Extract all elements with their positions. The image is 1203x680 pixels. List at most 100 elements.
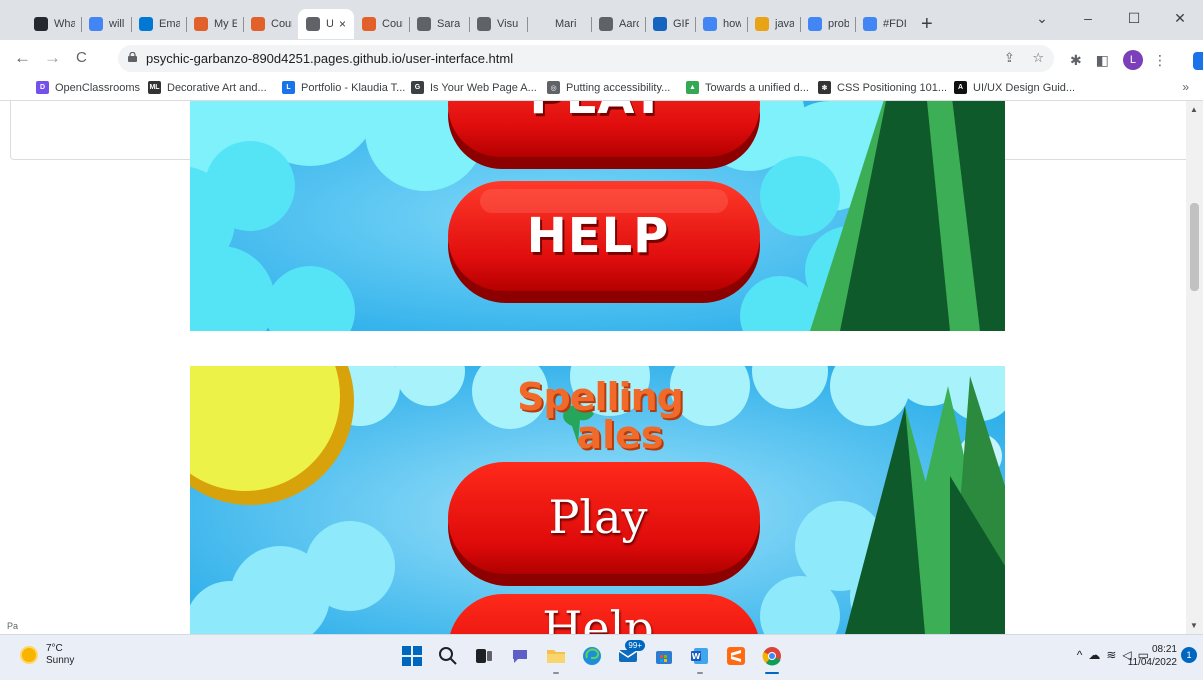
bookmark-item[interactable]: L Portfolio - Klaudia T... xyxy=(282,81,405,94)
tab-7[interactable]: Sara xyxy=(409,9,469,39)
maximize-button[interactable]: ☐ xyxy=(1111,6,1157,30)
tab-title: Cour xyxy=(382,18,403,30)
scroll-up-arrow-icon[interactable]: ▲ xyxy=(1190,105,1198,114)
address-bar[interactable]: psychic-garbanzo-890d4251.pages.github.i… xyxy=(118,45,1054,72)
tab-0[interactable]: What xyxy=(26,9,81,39)
close-window-button[interactable]: ✕ xyxy=(1157,6,1203,30)
tab-list: Whatwill iEmaiMy ECourU×CourSaraVisuMari… xyxy=(26,8,933,40)
tab-title: Mari xyxy=(555,18,577,30)
play-button-label[interactable]: Play xyxy=(448,490,748,544)
chrome-icon[interactable] xyxy=(759,643,785,674)
extensions-icon[interactable]: ✱ xyxy=(1070,52,1082,69)
bookmark-label: OpenClassrooms xyxy=(55,81,140,94)
logo-line2: ales xyxy=(576,413,664,457)
share-icon[interactable]: ⇪ xyxy=(1004,50,1015,65)
start-windows-icon[interactable] xyxy=(399,643,425,669)
wifi-icon[interactable]: ≋ xyxy=(1106,648,1122,662)
tab-10[interactable]: Aarc xyxy=(591,9,645,39)
bookmark-item[interactable]: G Is Your Web Page A... xyxy=(411,81,537,94)
mail-icon[interactable]: 99+ xyxy=(615,640,645,669)
google-icon xyxy=(808,17,822,31)
tab-5[interactable]: U × xyxy=(298,9,354,39)
globe-icon xyxy=(599,17,613,31)
tab-title: how xyxy=(723,18,741,30)
taskbar-clock[interactable]: 08:21 11/04/2022 xyxy=(1128,643,1177,669)
side-panel-icon[interactable]: ◧ xyxy=(1096,52,1109,69)
tab-title: Aarc xyxy=(619,18,639,30)
mail-badge: 99+ xyxy=(625,640,645,651)
profile-avatar[interactable]: L xyxy=(1122,50,1143,70)
tab-title: javas xyxy=(775,18,794,30)
tab-title: U xyxy=(326,18,333,30)
address-url[interactable]: psychic-garbanzo-890d4251.pages.github.i… xyxy=(146,51,513,66)
tab-3[interactable]: My E xyxy=(186,9,243,39)
notification-badge[interactable]: 1 xyxy=(1181,647,1197,663)
bookmark-item[interactable]: A UI/UX Design Guid... xyxy=(954,81,1075,94)
bookmarks-bar: » D OpenClassrooms ML Decorative Art and...… xyxy=(0,78,1203,101)
minimize-button[interactable]: – xyxy=(1065,6,1111,30)
lock-icon[interactable] xyxy=(128,52,137,62)
github-icon xyxy=(34,17,48,31)
bookmarks-more-button[interactable]: » xyxy=(1182,80,1189,94)
taskbar-apps: 99+ W xyxy=(399,640,795,674)
tab-6[interactable]: Cour xyxy=(354,9,409,39)
uiux-icon: A xyxy=(954,81,967,94)
tab-13[interactable]: javas xyxy=(747,9,800,39)
course-icon xyxy=(362,17,376,31)
bookmark-star-icon[interactable]: ☆ xyxy=(1032,50,1044,65)
tab-title: What xyxy=(54,18,75,30)
forward-button[interactable]: → xyxy=(44,48,61,68)
onedrive-icon[interactable]: ☁ xyxy=(1088,648,1106,662)
game-menu-panel-spelling-tales: Spelling ales Play Help xyxy=(190,366,1005,634)
scrollbar-thumb[interactable] xyxy=(1190,203,1199,291)
tab-14[interactable]: prob xyxy=(800,9,855,39)
edge-browser-icon[interactable] xyxy=(579,643,605,669)
tab-4[interactable]: Cour xyxy=(243,9,298,39)
weather-widget[interactable]: 7°C Sunny xyxy=(22,643,74,667)
back-button[interactable]: ← xyxy=(14,48,31,68)
menu-kebab-icon[interactable]: ⋮ xyxy=(1153,52,1167,69)
search-icon[interactable] xyxy=(435,643,461,669)
tray-overflow-icon[interactable]: ^ xyxy=(1077,648,1089,662)
teams-chat-icon[interactable] xyxy=(507,643,533,669)
new-tab-button[interactable]: + xyxy=(921,14,933,34)
openclassrooms-icon: D xyxy=(36,81,49,94)
tab-search-icon[interactable]: ⌄ xyxy=(1019,6,1065,30)
tab-title: Visu xyxy=(497,18,519,30)
word-icon[interactable]: W xyxy=(687,643,713,674)
help-button-label[interactable]: HELP xyxy=(448,208,748,264)
tab-8[interactable]: Visu xyxy=(469,9,527,39)
portfolio-icon: L xyxy=(282,81,295,94)
sublime-text-icon[interactable] xyxy=(723,643,749,669)
tab-title: prob xyxy=(828,18,849,30)
globe-icon xyxy=(417,17,431,31)
tab-2[interactable]: Emai xyxy=(131,9,186,39)
tab-9[interactable]: Mari xyxy=(527,9,591,39)
tab-1[interactable]: will i xyxy=(81,9,131,39)
vertical-scrollbar[interactable]: ▲ ▼ xyxy=(1186,101,1203,634)
close-tab-icon[interactable]: × xyxy=(339,17,346,31)
java-icon xyxy=(755,17,769,31)
tab-11[interactable]: GIF xyxy=(645,9,695,39)
bookmark-label: Is Your Web Page A... xyxy=(430,81,537,94)
sunny-weather-icon xyxy=(22,648,36,662)
status-fragment-left: Pa xyxy=(7,621,19,631)
bookmark-item[interactable]: ✽ CSS Positioning 101... xyxy=(818,81,947,94)
svg-text:W: W xyxy=(692,652,701,661)
play-button-top-label[interactable]: PLAY xyxy=(448,101,748,125)
bookmark-item[interactable]: ML Decorative Art and... xyxy=(148,81,267,94)
bookmark-item[interactable]: ◎ Putting accessibility... xyxy=(547,81,670,94)
bookmark-label: Putting accessibility... xyxy=(566,81,671,94)
tab-title: My E xyxy=(214,18,237,30)
file-explorer-icon[interactable] xyxy=(543,643,569,674)
tab-15[interactable]: #FDI xyxy=(855,9,913,39)
browser-toolbar: ← → C psychic-garbanzo-890d4251.pages.gi… xyxy=(0,40,1203,78)
microsoft-store-icon[interactable] xyxy=(651,643,677,669)
tab-12[interactable]: how xyxy=(695,9,747,39)
scroll-down-arrow-icon[interactable]: ▼ xyxy=(1190,621,1198,630)
bookmark-item[interactable]: ▲ Towards a unified d... xyxy=(686,81,809,94)
task-view-icon[interactable] xyxy=(471,643,497,669)
help-button-bottom-label[interactable]: Help xyxy=(448,601,748,634)
bookmark-item[interactable]: D OpenClassrooms xyxy=(36,81,140,94)
reload-button[interactable]: C xyxy=(76,48,87,68)
